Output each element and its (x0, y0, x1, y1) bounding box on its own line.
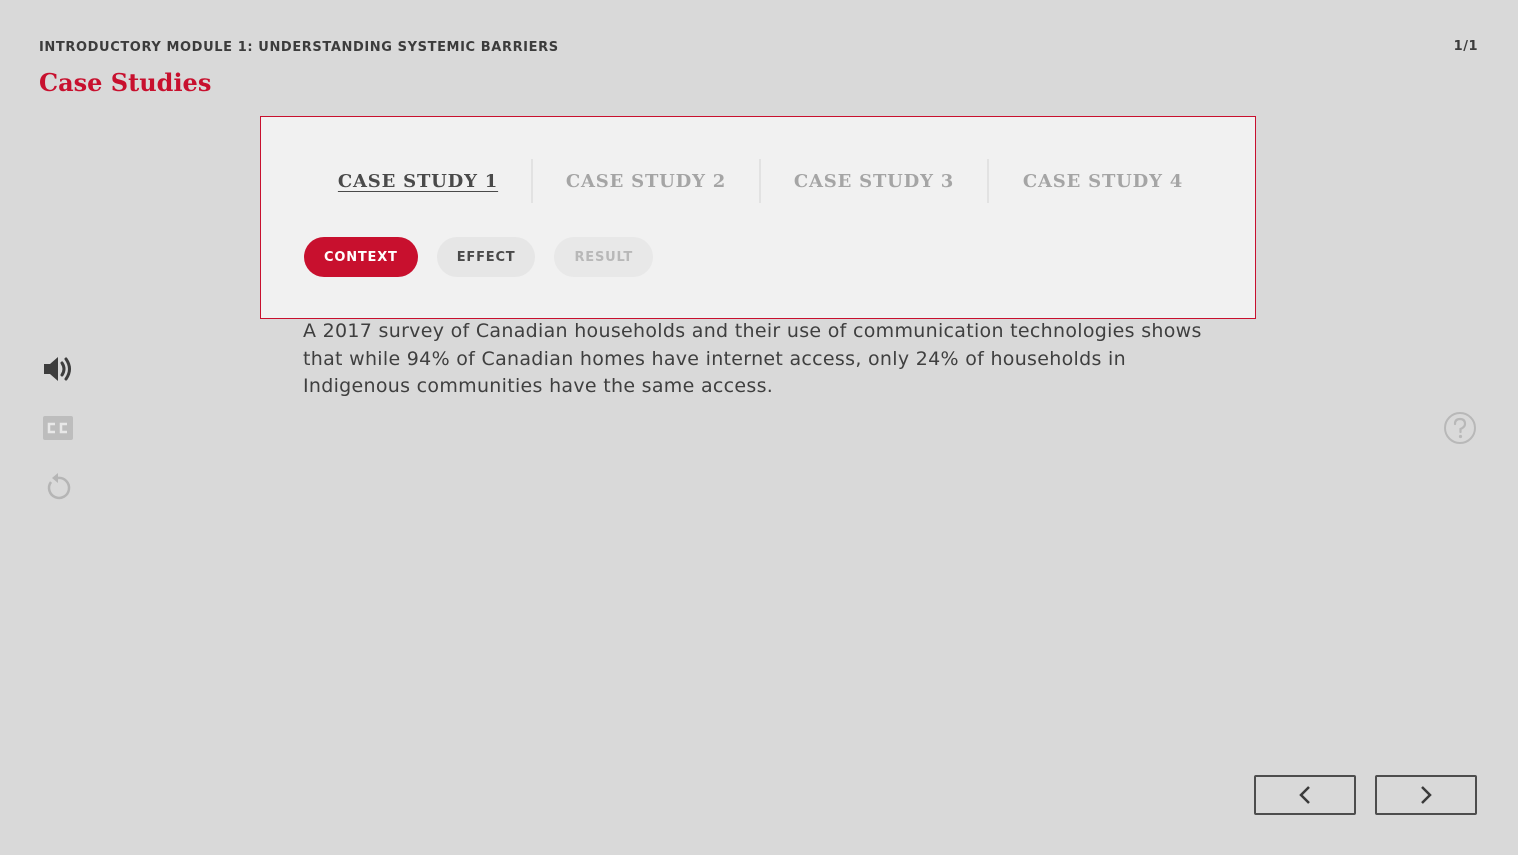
page-counter: 1/1 (1453, 39, 1478, 54)
module-title: INTRODUCTORY MODULE 1: UNDERSTANDING SYS… (39, 40, 559, 55)
next-button[interactable] (1375, 775, 1477, 815)
result-button: RESULT (554, 237, 654, 277)
captions-button[interactable] (38, 408, 78, 448)
help-icon (1444, 412, 1476, 444)
chevron-left-icon (1299, 786, 1310, 804)
case-study-panel: CASE STUDY 1 CASE STUDY 2 CASE STUDY 3 C… (260, 116, 1256, 319)
previous-button[interactable] (1254, 775, 1356, 815)
replay-icon (47, 473, 71, 500)
course-slide: INTRODUCTORY MODULE 1: UNDERSTANDING SYS… (0, 0, 1518, 855)
case-study-text: A 2017 survey of Canadian households and… (303, 320, 1202, 397)
tab-case-study-3[interactable]: CASE STUDY 3 (761, 159, 989, 203)
page-title: Case Studies (39, 68, 212, 97)
tab-case-study-2[interactable]: CASE STUDY 2 (533, 159, 761, 203)
tab-case-study-4[interactable]: CASE STUDY 4 (989, 159, 1217, 203)
closed-captions-icon (43, 416, 73, 440)
context-button[interactable]: CONTEXT (304, 237, 418, 277)
section-pills: CONTEXT EFFECT RESULT (304, 237, 654, 277)
tab-case-study-1[interactable]: CASE STUDY 1 (305, 159, 533, 203)
case-study-tabs: CASE STUDY 1 CASE STUDY 2 CASE STUDY 3 C… (305, 159, 1217, 203)
speaker-icon (44, 357, 71, 381)
audio-button[interactable] (38, 349, 78, 389)
replay-button[interactable] (38, 467, 78, 507)
effect-button[interactable]: EFFECT (436, 237, 536, 277)
chevron-right-icon (1421, 786, 1432, 804)
help-button[interactable] (1440, 408, 1480, 448)
